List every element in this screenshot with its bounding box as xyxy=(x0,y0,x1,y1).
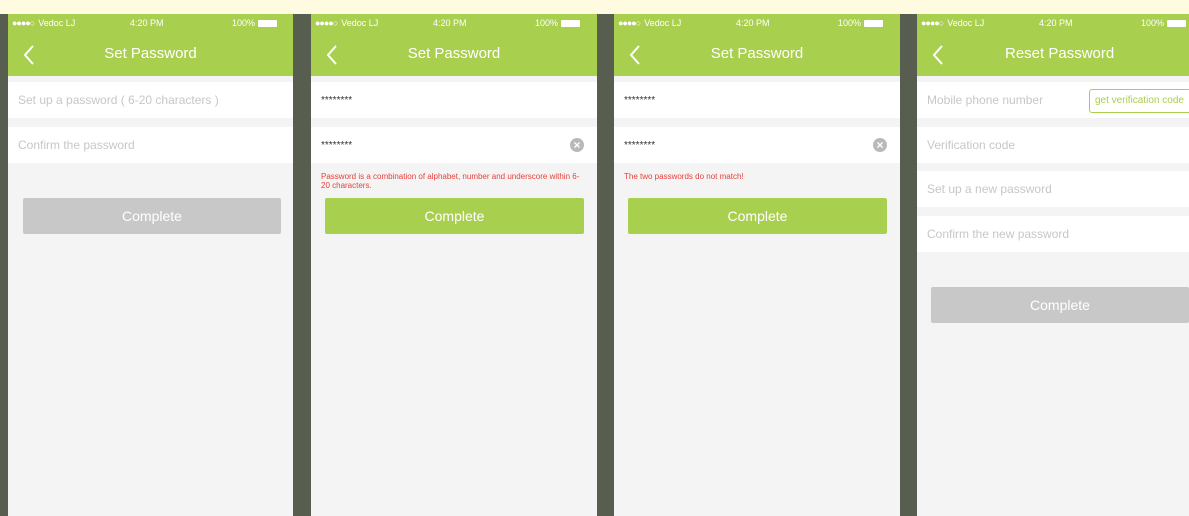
battery-percent: 100% xyxy=(535,18,559,28)
code-placeholder: Verification code xyxy=(927,138,1016,152)
status-bar: ●●●●○ Vedoc LJ 4:20 PM 100% xyxy=(614,14,900,34)
confirm-new-password-input[interactable]: Confirm the new password xyxy=(917,216,1189,252)
phone-number-input[interactable]: Mobile phone number get verification cod… xyxy=(917,82,1189,118)
password-value: ******** xyxy=(624,95,656,106)
carrier-label: Vedoc LJ xyxy=(341,18,379,28)
password-input[interactable]: Set up a password ( 6-20 characters ) xyxy=(8,82,293,118)
carrier-label: Vedoc LJ xyxy=(644,18,682,28)
confirm-password-input[interactable]: Confirm the password xyxy=(8,127,293,163)
signal-icon: ●●●●○ xyxy=(618,18,641,28)
complete-button[interactable]: Complete xyxy=(325,198,584,234)
signal-icon: ●●●●○ xyxy=(921,18,944,28)
status-bar: ●●●●○ Vedoc LJ 4:20 PM 100% xyxy=(917,14,1189,34)
nav-bar: Set Password xyxy=(311,34,597,76)
status-bar: ●●●●○ Vedoc LJ 4:20 PM 100% xyxy=(8,14,293,34)
page-title: Set Password xyxy=(710,45,804,62)
page-title: Reset Password xyxy=(1005,45,1115,62)
password-input[interactable]: ******** xyxy=(614,82,900,118)
signal-icon: ●●●●○ xyxy=(315,18,338,28)
confirm-placeholder: Confirm the password xyxy=(18,138,135,152)
get-verification-code-button[interactable]: get verification code xyxy=(1089,89,1189,113)
complete-button[interactable]: Complete xyxy=(931,287,1189,323)
password-input[interactable]: ******** xyxy=(311,82,597,118)
password-value: ******** xyxy=(321,95,353,106)
nav-bar: Set Password xyxy=(614,34,900,76)
battery-percent: 100% xyxy=(1141,18,1165,28)
carrier-label: Vedoc LJ xyxy=(947,18,985,28)
error-message: The two passwords do not match! xyxy=(624,172,744,181)
battery-icon xyxy=(258,20,278,27)
battery-icon xyxy=(1167,20,1187,27)
complete-button[interactable]: Complete xyxy=(23,198,281,234)
screen-reset-password: ●●●●○ Vedoc LJ 4:20 PM 100% Reset Passwor… xyxy=(917,14,1189,516)
status-time: 4:20 PM xyxy=(736,18,770,28)
error-message: Password is a combination of alphabet, n… xyxy=(321,172,580,190)
complete-button[interactable]: Complete xyxy=(628,198,887,234)
battery-percent: 100% xyxy=(838,18,862,28)
status-time: 4:20 PM xyxy=(130,18,164,28)
confirm-password-input[interactable]: ******** xyxy=(311,127,597,163)
confirm-new-placeholder: Confirm the new password xyxy=(927,227,1070,241)
signal-icon: ●●●●○ xyxy=(12,18,35,28)
new-password-placeholder: Set up a new password xyxy=(927,182,1052,196)
clear-icon[interactable] xyxy=(873,138,887,152)
screen-set-password-mismatch: ●●●●○ Vedoc LJ 4:20 PM 100% Set Password … xyxy=(614,14,900,516)
clear-icon[interactable] xyxy=(570,138,584,152)
nav-bar: Set Password xyxy=(8,34,293,76)
carrier-label: Vedoc LJ xyxy=(38,18,76,28)
battery-icon xyxy=(561,20,581,27)
verification-code-input[interactable]: Verification code xyxy=(917,127,1189,163)
battery-icon xyxy=(864,20,884,27)
page-title: Set Password xyxy=(407,45,501,62)
confirm-value: ******** xyxy=(624,140,656,151)
confirm-value: ******** xyxy=(321,140,353,151)
new-password-input[interactable]: Set up a new password xyxy=(917,171,1189,207)
status-bar: ●●●●○ Vedoc LJ 4:20 PM 100% xyxy=(311,14,597,34)
nav-bar: Reset Password xyxy=(917,34,1189,76)
screen-set-password-empty: ●●●●○ Vedoc LJ 4:20 PM 100% Set Password … xyxy=(8,14,293,516)
battery-percent: 100% xyxy=(232,18,256,28)
password-placeholder: Set up a password ( 6-20 characters ) xyxy=(18,93,219,107)
status-time: 4:20 PM xyxy=(433,18,467,28)
phone-placeholder: Mobile phone number xyxy=(927,93,1044,107)
page-title: Set Password xyxy=(104,45,197,62)
screen-set-password-invalid: ●●●●○ Vedoc LJ 4:20 PM 100% Set Password … xyxy=(311,14,597,516)
status-time: 4:20 PM xyxy=(1039,18,1073,28)
confirm-password-input[interactable]: ******** xyxy=(614,127,900,163)
